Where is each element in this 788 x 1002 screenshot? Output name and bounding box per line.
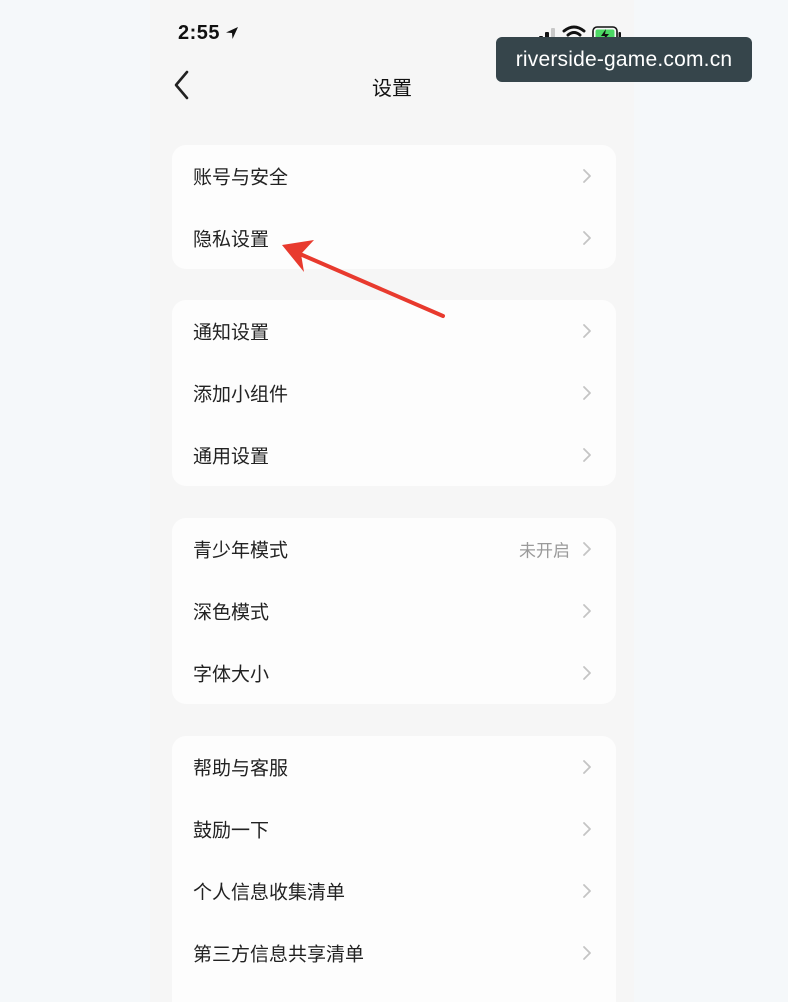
row-label: 通知设置 (193, 321, 270, 344)
row-label: 字体大小 (193, 663, 270, 686)
chevron-right-icon (583, 448, 591, 462)
chevron-right-icon (583, 822, 591, 836)
settings-screen: 2:55 设置 账号与安全 隐私设置 通知设置 添加小组件 通用设置 青少年模式… (150, 0, 634, 1002)
location-arrow-icon (226, 27, 238, 39)
settings-row-font-size[interactable]: 字体大小 (172, 642, 616, 704)
row-label: 深色模式 (193, 601, 270, 624)
watermark-text: riverside-game.com.cn (515, 47, 733, 71)
row-label: 隐私设置 (193, 228, 270, 251)
row-label: 个人信息收集清单 (193, 881, 346, 904)
settings-row-account-security[interactable]: 账号与安全 (172, 145, 616, 207)
settings-group-display: 青少年模式 未开启 深色模式 字体大小 (172, 518, 616, 704)
settings-row-general[interactable]: 通用设置 (172, 424, 616, 486)
teen-mode-status: 未开启 (519, 541, 570, 562)
chevron-right-icon (583, 324, 591, 338)
settings-row-add-widget[interactable]: 添加小组件 (172, 362, 616, 424)
settings-group-general: 通知设置 添加小组件 通用设置 (172, 300, 616, 486)
settings-group-support: 帮助与客服 鼓励一下 个人信息收集清单 第三方信息共享清单 (172, 736, 616, 1002)
settings-row-encourage[interactable]: 鼓励一下 (172, 798, 616, 860)
settings-row-third-party-list[interactable]: 第三方信息共享清单 (172, 922, 616, 984)
settings-group-account: 账号与安全 隐私设置 (172, 145, 616, 269)
chevron-right-icon (583, 542, 591, 556)
row-label: 通用设置 (193, 445, 270, 468)
row-label: 账号与安全 (193, 166, 289, 189)
settings-row-personal-info-list[interactable]: 个人信息收集清单 (172, 860, 616, 922)
settings-row-teen-mode[interactable]: 青少年模式 未开启 (172, 518, 616, 580)
settings-row-dark-mode[interactable]: 深色模式 (172, 580, 616, 642)
settings-row-notifications[interactable]: 通知设置 (172, 300, 616, 362)
row-label: 鼓励一下 (193, 819, 270, 842)
status-time: 2:55 (178, 22, 221, 44)
settings-row-help[interactable]: 帮助与客服 (172, 736, 616, 798)
chevron-right-icon (583, 604, 591, 618)
chevron-right-icon (583, 386, 591, 400)
chevron-right-icon (583, 231, 591, 245)
chevron-right-icon (583, 666, 591, 680)
chevron-right-icon (583, 169, 591, 183)
chevron-right-icon (583, 760, 591, 774)
row-label: 青少年模式 (193, 539, 289, 562)
row-label: 帮助与客服 (193, 757, 289, 780)
settings-row-privacy[interactable]: 隐私设置 (172, 207, 616, 269)
watermark: riverside-game.com.cn (496, 37, 752, 82)
row-label: 添加小组件 (193, 383, 289, 406)
chevron-right-icon (583, 884, 591, 898)
chevron-right-icon (583, 946, 591, 960)
row-label: 第三方信息共享清单 (193, 943, 365, 966)
